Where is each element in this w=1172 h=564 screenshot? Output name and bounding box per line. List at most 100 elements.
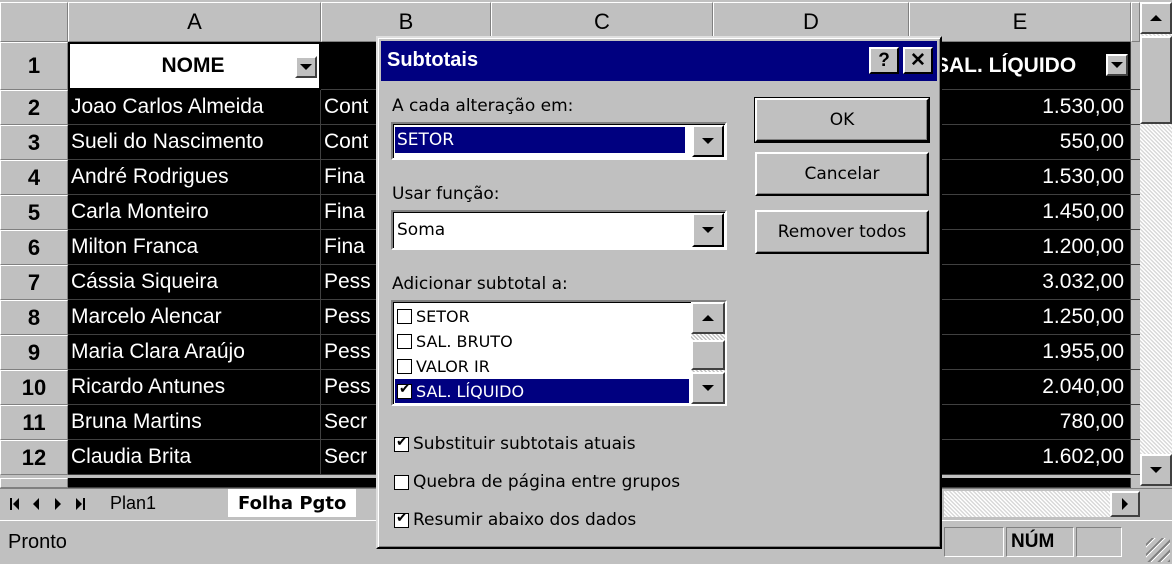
cell-sal-liquido[interactable]: 1.602,00 xyxy=(909,440,1131,475)
add-subtotal-list[interactable]: SETOR SAL. BRUTO VALOR IR SAL. LÍQUIDO xyxy=(391,300,727,406)
cell-nome[interactable]: Sueli do Nascimento xyxy=(68,125,321,160)
list-scroll-up-button[interactable] xyxy=(691,302,725,334)
summary-below-checkbox[interactable] xyxy=(394,510,409,528)
autofilter-nome-button[interactable] xyxy=(295,56,317,78)
subtotal-item-checkbox[interactable] xyxy=(397,308,412,324)
replace-current-checkbox[interactable] xyxy=(394,434,409,452)
summary-below-option[interactable]: Resumir abaixo dos dados xyxy=(392,510,636,530)
subtotal-list-item[interactable]: SETOR xyxy=(395,304,689,328)
close-button[interactable]: ✕ xyxy=(903,47,933,74)
list-scroll-thumb[interactable] xyxy=(691,340,725,370)
at-each-change-text: A cada alteração em: xyxy=(392,96,574,116)
subtotal-item-checkbox[interactable] xyxy=(397,381,412,399)
row-header[interactable]: 7 xyxy=(0,265,68,300)
vertical-scrollbar[interactable] xyxy=(1140,2,1172,486)
row-header[interactable]: 10 xyxy=(0,370,68,405)
cancel-button[interactable]: Cancelar xyxy=(755,152,929,196)
row-header[interactable]: 12 xyxy=(0,440,68,475)
row-header[interactable]: 11 xyxy=(0,405,68,440)
last-sheet-button[interactable] xyxy=(70,492,90,516)
list-scroll-down-button[interactable] xyxy=(691,372,725,404)
add-subtotal-text: Adicionar subtotal a: xyxy=(392,274,568,294)
remove-all-button[interactable]: Remover todos xyxy=(755,210,929,254)
cell-sal-liquido[interactable]: 1.200,00 xyxy=(909,230,1131,265)
chevron-down-icon xyxy=(702,227,714,233)
cell-sal-liquido[interactable]: 1.955,00 xyxy=(909,335,1131,370)
cell-nome[interactable]: Maria Clara Araújo xyxy=(68,335,321,370)
cell-sal-liquido[interactable]: 1.530,00 xyxy=(909,160,1131,195)
at-each-change-select[interactable]: SETOR xyxy=(391,122,727,160)
cell-sal-liquido[interactable]: 780,00 xyxy=(909,405,1131,440)
row-header[interactable]: 3 xyxy=(0,125,68,160)
cell-sal-liquido[interactable]: 2.040,00 xyxy=(909,370,1131,405)
sheet-tab-plan1[interactable]: Plan1 xyxy=(100,489,166,517)
page-break-option[interactable]: Quebra de página entre grupos xyxy=(392,472,680,492)
cell-sal-liquido[interactable]: 550,00 xyxy=(909,125,1131,160)
next-sheet-button[interactable] xyxy=(48,492,68,516)
use-function-select[interactable]: Soma xyxy=(391,210,727,250)
row-header[interactable]: 5 xyxy=(0,195,68,230)
row-header[interactable]: 6 xyxy=(0,230,68,265)
add-subtotal-label: Adicionar subtotal a: xyxy=(392,274,568,294)
chevron-down-icon xyxy=(300,64,312,70)
at-each-change-dropdown-button[interactable] xyxy=(692,125,724,157)
column-header-e[interactable]: E xyxy=(909,2,1131,42)
cell-sal-liquido[interactable]: 1.450,00 xyxy=(909,195,1131,230)
cell-sal-liquido[interactable]: 3.032,00 xyxy=(909,265,1131,300)
cell-nome[interactable]: Joao Carlos Almeida xyxy=(68,90,321,125)
list-scrollbar[interactable] xyxy=(691,302,725,404)
cell-nome[interactable]: Claudia Brita xyxy=(68,440,321,475)
chevron-up-icon xyxy=(702,315,714,321)
cell-nome[interactable]: André Rodrigues xyxy=(68,160,321,195)
horizontal-scrollbar[interactable] xyxy=(944,491,1140,517)
help-button[interactable]: ? xyxy=(869,47,899,74)
subtotal-list-item[interactable]: VALOR IR xyxy=(395,354,689,378)
subtotal-item-checkbox[interactable] xyxy=(397,358,412,374)
ok-button[interactable]: OK xyxy=(754,97,930,143)
header-cell-sal-liquido[interactable]: SAL. LÍQUIDO xyxy=(909,42,1131,90)
subtotal-list-item[interactable]: SAL. LÍQUIDO xyxy=(395,379,689,403)
sheet-tab-folha-pgto[interactable]: Folha Pgto xyxy=(228,489,357,517)
subtotal-item-checkbox[interactable] xyxy=(397,333,412,349)
scroll-down-button[interactable] xyxy=(1140,454,1172,486)
cell-nome[interactable]: Marcelo Alencar xyxy=(68,300,321,335)
cell-nome[interactable]: Cássia Siqueira xyxy=(68,265,321,300)
resize-grip-icon[interactable] xyxy=(1146,538,1170,562)
scroll-right-button[interactable] xyxy=(1110,491,1140,517)
status-box xyxy=(1076,527,1122,557)
cell-nome[interactable]: Milton Franca xyxy=(68,230,321,265)
replace-current-option[interactable]: Substituir subtotais atuais xyxy=(392,434,636,454)
scroll-thumb[interactable] xyxy=(1140,36,1172,124)
cell-sal-liquido[interactable]: 1.530,00 xyxy=(909,90,1131,125)
first-sheet-button[interactable] xyxy=(4,492,24,516)
subtotal-list-item[interactable]: SAL. BRUTO xyxy=(395,329,689,353)
header-sal-liquido-text: SAL. LÍQUIDO xyxy=(935,53,1077,77)
use-function-label: Usar função: xyxy=(392,184,500,204)
prev-sheet-button[interactable] xyxy=(26,492,46,516)
autofilter-sal-liquido-button[interactable] xyxy=(1106,54,1128,76)
dialog-title-bar[interactable]: Subtotais ? ✕ xyxy=(381,41,937,81)
subtotal-item-label: VALOR IR xyxy=(416,356,490,376)
column-header-a[interactable]: A xyxy=(68,2,321,42)
use-function-dropdown-button[interactable] xyxy=(692,213,724,247)
row-header[interactable]: 9 xyxy=(0,335,68,370)
chevron-down-icon xyxy=(702,138,714,144)
column-header-spacer xyxy=(1131,2,1140,42)
replace-current-label: Substituir subtotais atuais xyxy=(413,434,636,454)
subtotals-dialog: Subtotais ? ✕ A cada alteração em: SETOR… xyxy=(376,36,942,549)
summary-below-label: Resumir abaixo dos dados xyxy=(413,510,637,530)
cell-nome[interactable]: Ricardo Antunes xyxy=(68,370,321,405)
chevron-left-icon xyxy=(12,498,19,510)
header-cell-nome[interactable]: NOME xyxy=(68,42,321,90)
row-header[interactable] xyxy=(0,478,68,488)
row-header[interactable]: 1 xyxy=(0,42,68,90)
page-break-checkbox[interactable] xyxy=(394,474,409,490)
cell-sal-liquido[interactable]: 1.250,00 xyxy=(909,300,1131,335)
cell-nome[interactable]: Bruna Martins xyxy=(68,405,321,440)
select-all-corner[interactable] xyxy=(0,2,68,42)
cell-nome[interactable]: Carla Monteiro xyxy=(68,195,321,230)
row-header[interactable]: 8 xyxy=(0,300,68,335)
scroll-up-button[interactable] xyxy=(1140,2,1172,34)
row-header[interactable]: 2 xyxy=(0,90,68,125)
row-header[interactable]: 4 xyxy=(0,160,68,195)
